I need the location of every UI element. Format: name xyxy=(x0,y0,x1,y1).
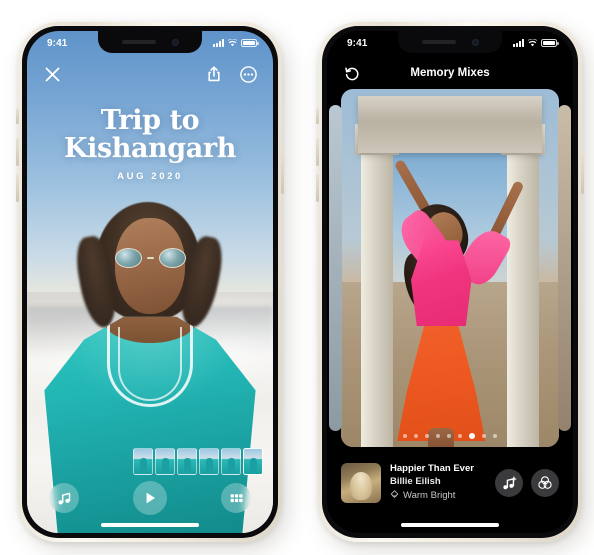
pagination-dot[interactable] xyxy=(482,434,486,438)
sunglass-bridge xyxy=(146,256,154,259)
cellular-signal-icon xyxy=(513,39,524,47)
album-artwork[interactable] xyxy=(341,463,381,503)
play-icon[interactable] xyxy=(133,481,167,515)
pagination-dot[interactable] xyxy=(493,434,497,438)
color-filter-icon[interactable] xyxy=(531,469,559,497)
front-camera-icon xyxy=(171,38,179,46)
filmstrip-thumbnail[interactable] xyxy=(177,448,197,475)
top-vneck-inner xyxy=(118,327,182,401)
filter-style-name: Warm Bright xyxy=(403,490,456,502)
status-time: 9:41 xyxy=(47,37,68,49)
volume-up-button[interactable] xyxy=(16,138,19,166)
filmstrip-thumbnail[interactable] xyxy=(221,448,241,475)
memory-top-bar xyxy=(27,57,273,91)
dancer-orange-skirt xyxy=(397,311,486,442)
track-metadata: Happier Than Ever Billie Eilish Warm Bri… xyxy=(390,463,486,503)
device-notch-left xyxy=(98,31,202,53)
close-icon[interactable] xyxy=(41,63,63,85)
volume-down-button[interactable] xyxy=(316,174,319,202)
page-title: Memory Mixes xyxy=(410,67,490,79)
screenshot-canvas: 9:41 Trip to Kishangarh AUG 2020 9:41 Me… xyxy=(0,0,594,555)
memory-mix-card[interactable] xyxy=(341,89,559,447)
screen-memory-mixes: 9:41 Memory Mixes Happier Than Ever Bill… xyxy=(327,31,573,533)
power-button[interactable] xyxy=(581,150,584,194)
pagination-dot[interactable] xyxy=(458,434,462,438)
memory-filmstrip[interactable] xyxy=(133,448,263,475)
pagination-dot[interactable] xyxy=(447,434,451,438)
front-camera-icon xyxy=(471,38,479,46)
track-title: Happier Than Ever xyxy=(390,463,474,475)
earpiece-speaker xyxy=(421,40,456,44)
music-note-icon[interactable] xyxy=(49,483,79,513)
screen-memory-cover: 9:41 Trip to Kishangarh AUG 2020 xyxy=(27,31,273,533)
filter-style-row: Warm Bright xyxy=(390,489,486,503)
memory-title: Trip to Kishangarh xyxy=(37,107,263,162)
cellular-signal-icon xyxy=(213,39,224,47)
now-playing-bar: Happier Than Ever Billie Eilish Warm Bri… xyxy=(341,459,559,507)
silence-switch[interactable] xyxy=(316,108,319,124)
memory-title-line1: Trip to xyxy=(100,105,200,136)
now-playing-actions xyxy=(495,469,559,497)
filmstrip-thumbnail[interactable] xyxy=(133,448,153,475)
filmstrip-thumbnail[interactable] xyxy=(199,448,219,475)
more-options-icon[interactable] xyxy=(237,63,259,85)
battery-icon xyxy=(541,39,559,47)
photo-subject-dancer xyxy=(341,158,559,447)
filmstrip-thumbnail[interactable] xyxy=(155,448,175,475)
phone-body-right: 9:41 Memory Mixes Happier Than Ever Bill… xyxy=(322,26,578,538)
subject-sunglasses xyxy=(111,247,189,268)
status-indicators xyxy=(213,39,259,47)
track-artist: Billie Eilish xyxy=(390,475,441,487)
pagination-dot[interactable] xyxy=(436,434,440,438)
memory-title-block: Trip to Kishangarh AUG 2020 xyxy=(27,107,273,182)
earpiece-speaker xyxy=(121,40,156,44)
sunglass-lens-left xyxy=(114,247,142,268)
home-indicator[interactable] xyxy=(101,523,199,527)
battery-icon xyxy=(241,39,259,47)
pagination-dot[interactable] xyxy=(425,434,429,438)
mix-pagination-dots[interactable] xyxy=(341,433,559,439)
next-mix-peek-card[interactable] xyxy=(558,105,571,431)
wifi-icon xyxy=(527,39,538,47)
undo-arrow-icon[interactable] xyxy=(341,62,363,84)
memory-title-line2: Kishangarh xyxy=(64,132,236,164)
volume-down-button[interactable] xyxy=(16,174,19,202)
pagination-dot[interactable] xyxy=(414,434,418,438)
memory-actions xyxy=(203,63,259,85)
filter-style-icon xyxy=(390,489,399,503)
device-notch-right xyxy=(398,31,502,53)
grid-icon[interactable] xyxy=(221,483,251,513)
pagination-dot[interactable] xyxy=(403,434,407,438)
power-button[interactable] xyxy=(281,150,284,194)
share-icon[interactable] xyxy=(203,63,225,85)
pagination-dot-active[interactable] xyxy=(469,433,475,439)
previous-mix-peek-card[interactable] xyxy=(329,105,342,431)
stone-lintel xyxy=(358,96,542,154)
silence-switch[interactable] xyxy=(16,108,19,124)
memory-date: AUG 2020 xyxy=(117,171,183,183)
status-time: 9:41 xyxy=(347,37,368,49)
memory-playback-controls xyxy=(27,481,273,515)
status-indicators xyxy=(513,39,559,47)
music-note-add-icon[interactable] xyxy=(495,469,523,497)
sunglass-lens-right xyxy=(158,247,186,268)
iphone-device-left: 9:41 Trip to Kishangarh AUG 2020 xyxy=(16,22,284,542)
home-indicator[interactable] xyxy=(401,523,499,527)
memory-mixes-nav-bar: Memory Mixes xyxy=(327,57,573,89)
filmstrip-thumbnail-selected[interactable] xyxy=(243,448,263,475)
wifi-icon xyxy=(227,39,238,47)
phone-body-left: 9:41 Trip to Kishangarh AUG 2020 xyxy=(22,26,278,538)
iphone-device-right: 9:41 Memory Mixes Happier Than Ever Bill… xyxy=(316,22,584,542)
volume-up-button[interactable] xyxy=(316,138,319,166)
